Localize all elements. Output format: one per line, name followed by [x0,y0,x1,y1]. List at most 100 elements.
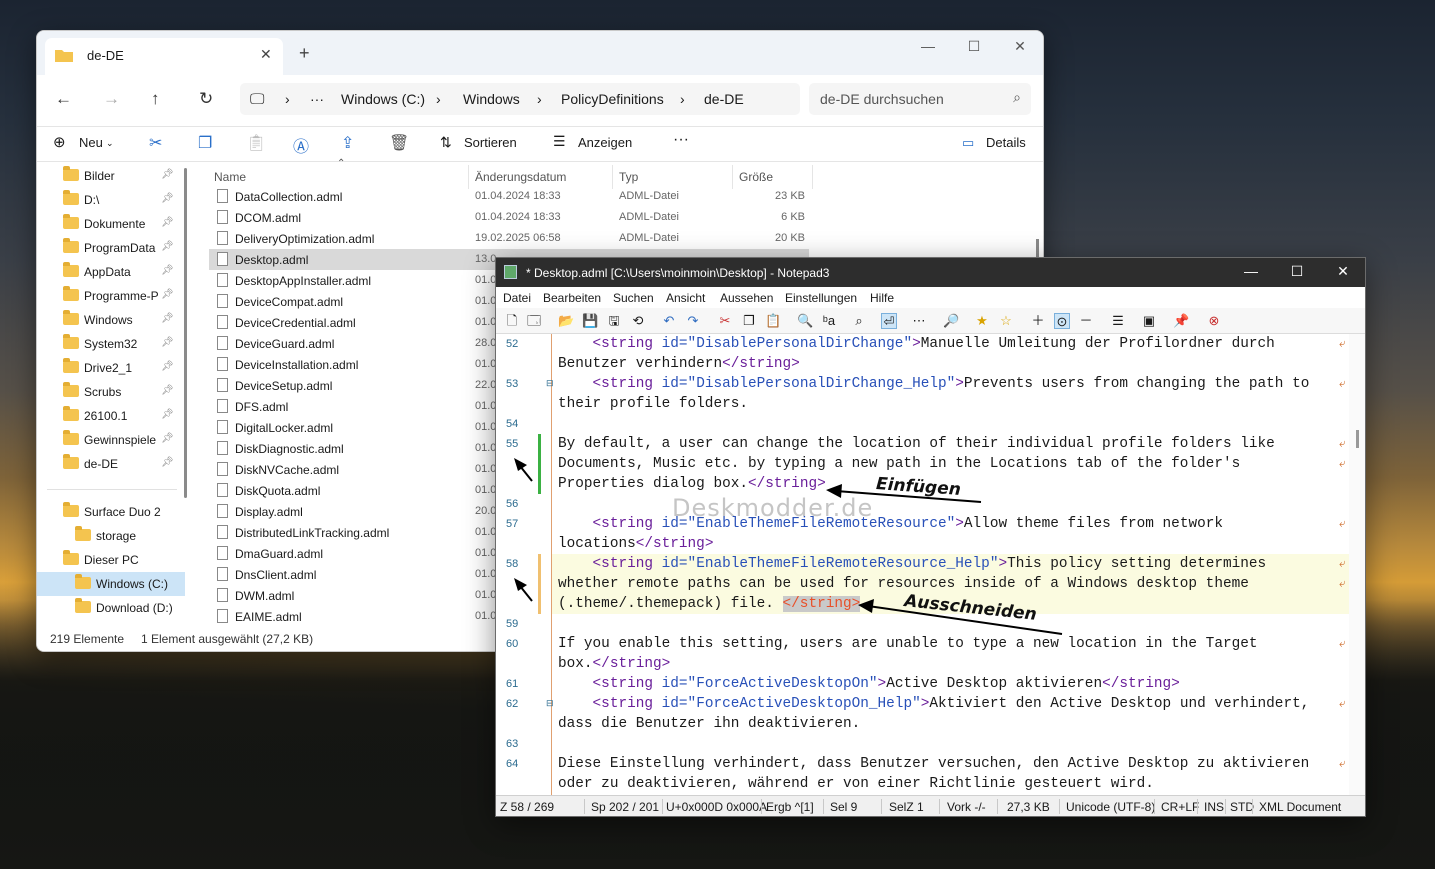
sidebar-item[interactable]: Surface Duo 2 [37,500,185,524]
sort-button[interactable]: Sortieren [464,135,517,150]
paste-icon[interactable]: 📋︎ [246,133,266,153]
cut-icon[interactable]: ✂ [717,313,733,329]
zoom-reset-icon[interactable]: ⊙ [1054,313,1070,329]
sidebar-item[interactable]: Scrubs 📌︎ [37,380,185,404]
exit-icon[interactable]: ⊗ [1206,313,1222,329]
sidebar-item[interactable]: storage [37,524,185,548]
open-icon[interactable]: 📂 [558,313,574,329]
goto-icon[interactable]: ⌕ [851,313,867,329]
share-icon[interactable]: ⇪ [341,133,354,153]
status-find[interactable]: Ergb ^[1] [766,800,814,814]
redo-icon[interactable]: ↷ [685,313,701,329]
fullscreen-icon[interactable]: ▣ [1141,313,1157,329]
sidebar-item[interactable]: Dieser PC [37,548,185,572]
undo-icon[interactable]: ↶ [661,313,677,329]
close-icon[interactable]: ✕ [1320,258,1365,287]
editor-text-area[interactable]: <string id="DisablePersonalDirChange">Ma… [552,334,1349,796]
status-ins[interactable]: INS [1204,800,1224,814]
column-divider[interactable] [812,165,813,189]
new-file-icon[interactable]: 🗋 [504,313,520,329]
new-button[interactable]: Neu [79,135,103,150]
scroll-thumb[interactable] [1356,430,1359,448]
menu-datei[interactable]: Datei [503,291,531,305]
breadcrumb-item[interactable]: Windows [463,91,520,107]
file-row[interactable]: DCOM.adml 01.04.2024 18:33 ADML-Datei 6 KB [209,207,809,228]
editor-scrollbar[interactable] [1349,334,1365,796]
breadcrumb-item[interactable]: de-DE [704,91,744,107]
scheme-icon[interactable]: ☰ [1110,313,1126,329]
sidebar-item[interactable]: Bilder 📌︎ [37,164,185,188]
file-row[interactable]: DataCollection.adml 01.04.2024 18:33 ADML-… [209,186,809,207]
open-window-icon[interactable]: 🗔 [526,313,542,329]
column-header-name[interactable]: Name [214,170,246,184]
sidebar-item[interactable]: Drive2_1 📌︎ [37,356,185,380]
status-filesize[interactable]: 27,3 KB [1007,800,1050,814]
maximize-icon[interactable]: ☐ [951,31,997,63]
overflow-dots[interactable]: ··· [310,91,324,107]
file-row[interactable]: DeliveryOptimization.adml 19.02.2025 06:5… [209,228,809,249]
save-as-icon[interactable]: 🖫 [606,313,622,329]
menu-suchen[interactable]: Suchen [613,291,654,305]
column-header-size[interactable]: Größe [739,170,773,184]
sidebar-item[interactable]: de-DE 📌︎ [37,452,185,476]
status-selection[interactable]: Sel 9 [830,800,857,814]
find-icon[interactable]: 🔍 [797,313,813,329]
status-char[interactable]: U+0x000D 0x000A [666,800,767,814]
minimize-icon[interactable]: — [905,31,951,63]
nav-scrollbar[interactable] [184,168,187,498]
status-occurrence[interactable]: Vork -/- [947,800,986,814]
breadcrumb-item[interactable]: PolicyDefinitions [561,91,664,107]
close-icon[interactable]: ✕ [997,31,1043,63]
word-wrap-icon[interactable]: ⏎ [881,313,897,329]
column-header-date[interactable]: Änderungsdatum [475,170,566,184]
status-column[interactable]: Sp 202 / 201 [591,800,659,814]
rename-icon[interactable]: Ⓐ [293,133,309,157]
sidebar-item[interactable]: Windows 📌︎ [37,308,185,332]
explorer-tab[interactable]: de-DE ✕ [45,38,283,75]
sidebar-item[interactable]: Windows (C:) [37,572,185,596]
replace-icon[interactable]: ᵇa [821,313,837,329]
sidebar-item[interactable]: Programme-P 📌︎ [37,284,185,308]
forward-icon[interactable]: → [103,89,120,109]
tab-close-icon[interactable]: ✕ [260,46,272,63]
status-position[interactable]: Z 58 / 269 [500,800,554,814]
menu-bearbeiten[interactable]: Bearbeiten [543,291,601,305]
menu-hilfe[interactable]: Hilfe [870,291,894,305]
whitespace-icon[interactable]: ⋯ [911,313,927,329]
sidebar-item[interactable]: AppData 📌︎ [37,260,185,284]
zoom-find-icon[interactable]: 🔎 [943,313,959,329]
revert-icon[interactable]: ⟲ [630,313,646,329]
zoom-out-icon[interactable]: － [1078,313,1094,329]
menu-aussehen[interactable]: Aussehen [720,291,773,305]
menu-einstellungen[interactable]: Einstellungen [785,291,857,305]
menu-ansicht[interactable]: Ansicht [666,291,705,305]
delete-icon[interactable]: 🗑︎ [389,133,409,153]
sidebar-item[interactable]: Dokumente 📌︎ [37,212,185,236]
column-header-type[interactable]: Typ [619,170,638,184]
sidebar-item[interactable]: System32 📌︎ [37,332,185,356]
maximize-icon[interactable]: ☐ [1274,258,1320,287]
status-lexer[interactable]: XML Document [1259,800,1341,814]
more-button[interactable]: ··· [673,131,689,149]
status-eol[interactable]: CR+LF [1161,800,1199,814]
search-input[interactable]: de-DE durchsuchen ⌕ [809,83,1031,115]
sidebar-item[interactable]: ProgramData 📌︎ [37,236,185,260]
status-encoding[interactable]: Unicode (UTF-8) [1066,800,1155,814]
back-icon[interactable]: ← [55,89,72,109]
copy-icon[interactable]: ❐ [741,313,757,329]
minimize-icon[interactable]: — [1228,258,1274,287]
breadcrumb-item[interactable]: Windows (C:) [341,91,425,107]
breadcrumb[interactable]: 🖵 › ··· Windows (C:) › Windows › PolicyD… [240,83,800,115]
refresh-icon[interactable]: ↻ [199,89,213,109]
sidebar-item[interactable]: 26100.1 📌︎ [37,404,185,428]
status-sel-lines[interactable]: SelZ 1 [889,800,924,814]
add-favorite-icon[interactable]: ☆ [998,313,1014,329]
sidebar-item[interactable]: D:\ 📌︎ [37,188,185,212]
sidebar-item[interactable]: Download (D:) [37,596,185,620]
up-icon[interactable]: ↑ [151,89,160,109]
status-std[interactable]: STD [1230,800,1254,814]
favorites-icon[interactable]: ★ [974,313,990,329]
view-button[interactable]: Anzeigen [578,135,632,150]
details-button[interactable]: Details [986,135,1026,150]
paste-icon[interactable]: 📋 [765,313,781,329]
